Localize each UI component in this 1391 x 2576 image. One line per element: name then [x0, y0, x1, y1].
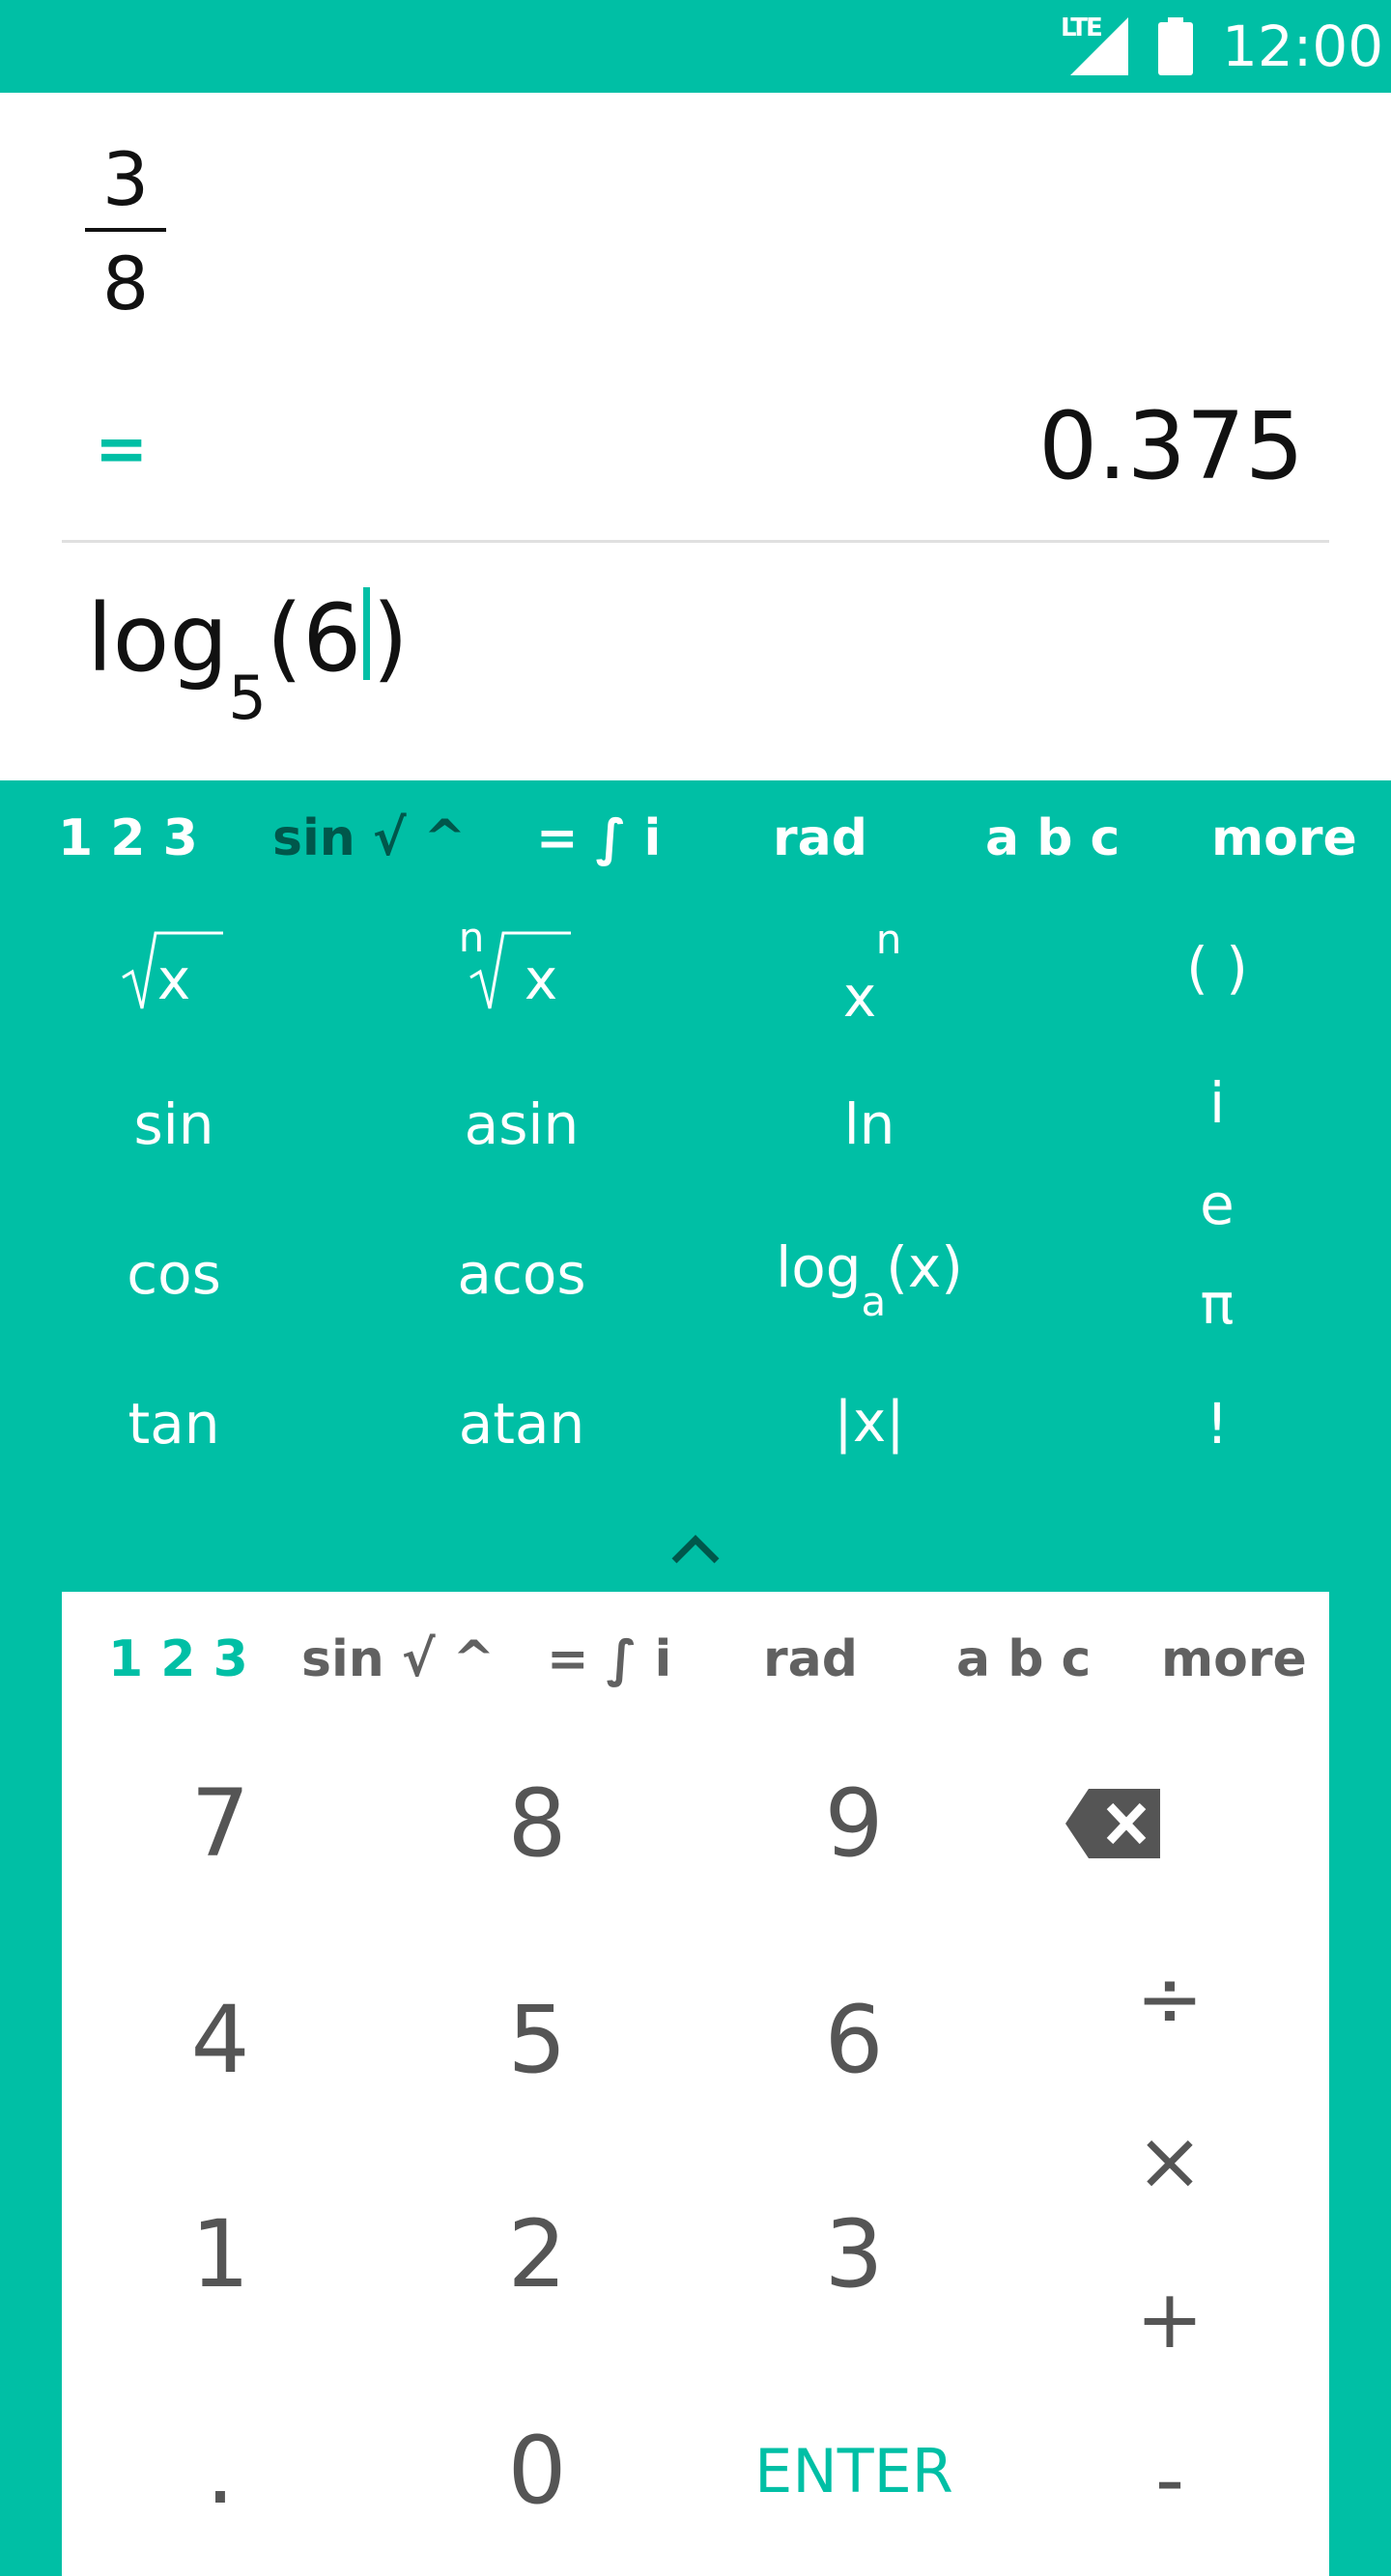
- clock: 12:00: [1222, 14, 1384, 79]
- lower-tab-row: 1 2 3 sin √ ^ = ∫ i rad a b c more: [62, 1630, 1329, 1698]
- nth-root-key[interactable]: n x: [377, 914, 667, 1024]
- display-divider: [62, 540, 1329, 543]
- key-1[interactable]: 1: [104, 2200, 336, 2308]
- key-5[interactable]: 5: [421, 1986, 653, 2094]
- asin-key[interactable]: asin: [377, 1091, 667, 1157]
- key-4[interactable]: 4: [104, 1986, 336, 2094]
- multiply-key[interactable]: ×: [1073, 2113, 1266, 2208]
- power-base: x: [842, 964, 877, 1030]
- pi-key[interactable]: π: [1072, 1271, 1362, 1337]
- sqrt-radicand: x: [156, 947, 191, 1012]
- atan-key[interactable]: atan: [377, 1391, 667, 1457]
- key-9[interactable]: 9: [738, 1769, 970, 1878]
- log-base: a: [861, 1278, 887, 1325]
- tab-calculus[interactable]: = ∫ i: [547, 1630, 671, 1688]
- status-bar: LTE 12:00: [0, 0, 1391, 93]
- power-exponent: n: [875, 916, 902, 963]
- ln-key[interactable]: ln: [724, 1091, 1014, 1157]
- equals-sign: =: [95, 411, 149, 486]
- key-0[interactable]: 0: [421, 2417, 653, 2525]
- input-function: log: [87, 584, 229, 693]
- acos-key[interactable]: acos: [377, 1241, 667, 1307]
- tab-more[interactable]: more: [1161, 1630, 1307, 1688]
- result-value[interactable]: 0.375: [1038, 392, 1304, 500]
- tab-numbers[interactable]: 1 2 3: [108, 1630, 248, 1688]
- expression-input[interactable]: log5(6): [87, 576, 409, 733]
- key-8[interactable]: 8: [421, 1769, 653, 1878]
- signal-icon: [1070, 17, 1128, 75]
- input-base: 5: [228, 663, 267, 733]
- tab-functions[interactable]: sin √ ^: [272, 809, 466, 867]
- imaginary-key[interactable]: i: [1072, 1070, 1362, 1136]
- minus-key[interactable]: -: [1073, 2432, 1266, 2527]
- fraction-bar: [85, 228, 166, 232]
- log-base-key[interactable]: loga(x): [724, 1234, 1014, 1341]
- chevron-up-icon[interactable]: [668, 1524, 723, 1578]
- plus-key[interactable]: +: [1073, 2272, 1266, 2366]
- tab-angle-mode[interactable]: rad: [773, 809, 867, 867]
- log-func: log: [776, 1234, 862, 1300]
- fraction-denominator: 8: [101, 241, 150, 326]
- tab-functions[interactable]: sin √ ^: [301, 1630, 495, 1688]
- sin-key[interactable]: sin: [29, 1091, 319, 1157]
- power-key[interactable]: x n: [724, 916, 1014, 1030]
- backspace-icon[interactable]: [1065, 1789, 1160, 1858]
- function-panel: 1 2 3 sin √ ^ = ∫ i rad a b c more x n x…: [0, 780, 1391, 1592]
- battery-icon: [1158, 17, 1193, 75]
- factorial-key[interactable]: !: [1072, 1391, 1362, 1457]
- cos-key[interactable]: cos: [29, 1241, 319, 1307]
- key-2[interactable]: 2: [421, 2200, 653, 2308]
- previous-expression[interactable]: 3 8: [85, 135, 166, 328]
- key-7[interactable]: 7: [104, 1769, 336, 1878]
- key-6[interactable]: 6: [738, 1986, 970, 2094]
- fraction-numerator: 3: [101, 136, 150, 222]
- input-argument: 6: [302, 584, 362, 693]
- display-area: 3 8 = 0.375 log5(6): [0, 93, 1391, 780]
- key-3[interactable]: 3: [738, 2200, 970, 2308]
- tab-letters[interactable]: a b c: [956, 1630, 1091, 1688]
- sqrt-key[interactable]: x: [29, 927, 319, 1024]
- input-open-paren: (: [266, 584, 303, 693]
- abs-key[interactable]: |x|: [724, 1389, 1014, 1455]
- parentheses-key[interactable]: ( ): [1072, 935, 1362, 1001]
- text-cursor: [363, 587, 371, 680]
- euler-key[interactable]: e: [1072, 1172, 1362, 1237]
- tan-key[interactable]: tan: [29, 1391, 319, 1457]
- nth-root-radicand: x: [524, 947, 558, 1012]
- tab-more[interactable]: more: [1211, 809, 1357, 867]
- tab-numbers[interactable]: 1 2 3: [58, 809, 198, 867]
- tab-letters[interactable]: a b c: [985, 809, 1120, 867]
- divide-key[interactable]: ÷: [1073, 1951, 1266, 2046]
- log-argument: (x): [886, 1234, 963, 1300]
- input-close-paren: ): [372, 584, 409, 693]
- upper-tab-row: 1 2 3 sin √ ^ = ∫ i rad a b c more: [0, 809, 1391, 877]
- tab-angle-mode[interactable]: rad: [763, 1630, 858, 1688]
- enter-key[interactable]: ENTER: [709, 2436, 999, 2506]
- tab-calculus[interactable]: = ∫ i: [536, 809, 661, 867]
- decimal-point-key[interactable]: .: [104, 2417, 336, 2525]
